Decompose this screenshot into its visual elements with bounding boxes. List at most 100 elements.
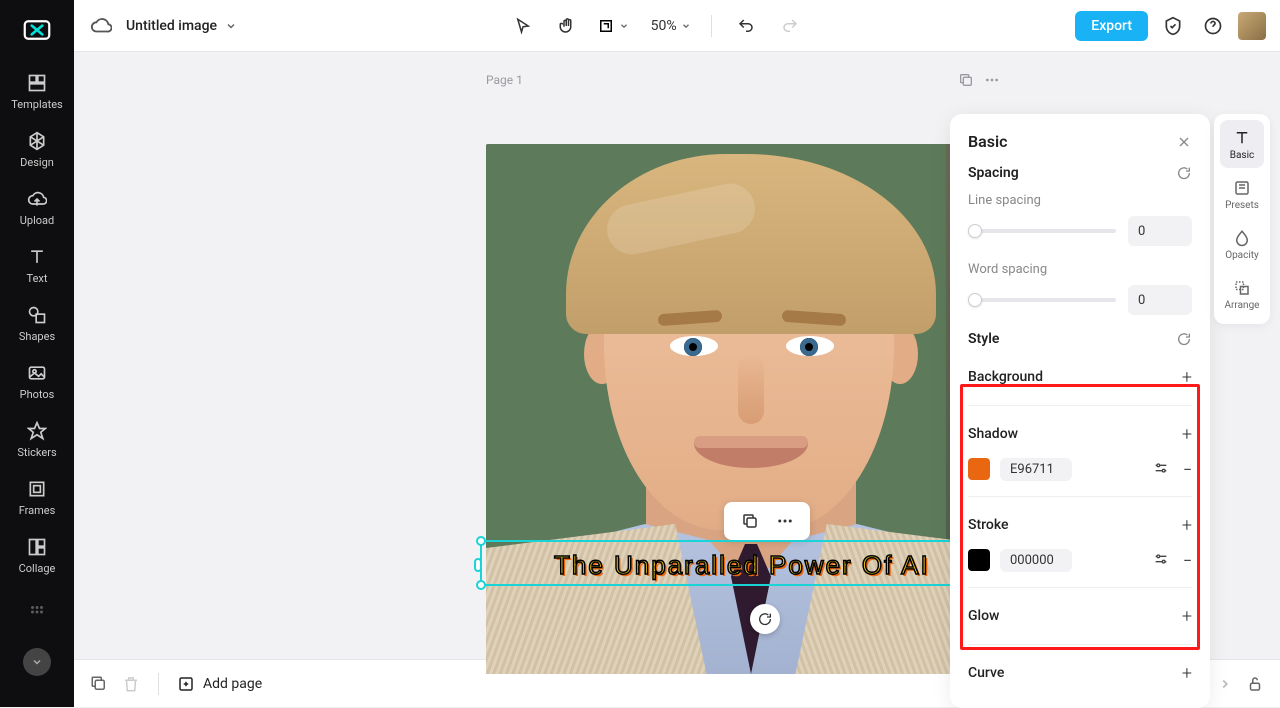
reset-style-button[interactable] <box>1176 331 1192 347</box>
sidebar-item-more[interactable] <box>4 586 70 640</box>
slider-thumb[interactable] <box>968 293 982 307</box>
duplicate-page-icon[interactable] <box>958 72 974 88</box>
arrange-icon <box>1232 278 1252 298</box>
canvas-text-element[interactable]: The Unparalled Power Of AI <box>554 550 930 581</box>
document-title[interactable]: Untitled image <box>126 18 237 34</box>
user-avatar[interactable] <box>1238 12 1266 40</box>
word-spacing-label: Word spacing <box>968 262 1192 277</box>
rightbar-item-basic[interactable]: Basic <box>1220 120 1264 168</box>
rotate-handle[interactable] <box>750 604 780 634</box>
resize-handle[interactable] <box>476 580 486 590</box>
sidebar-label: Stickers <box>17 446 56 459</box>
page-more-icon[interactable] <box>984 72 1000 88</box>
sidebar-item-shapes[interactable]: Shapes <box>4 296 70 350</box>
sidebar-label: Templates <box>11 98 62 111</box>
sidebar-item-upload[interactable]: Upload <box>4 180 70 234</box>
lock-icon[interactable] <box>1246 675 1264 693</box>
resize-handle[interactable] <box>476 536 486 546</box>
chevron-down-icon <box>619 21 629 31</box>
rightbar-label: Basic <box>1230 150 1255 161</box>
stroke-color-swatch[interactable] <box>968 549 990 571</box>
zoom-dropdown[interactable]: 50% <box>651 18 691 34</box>
spacing-section: Spacing Line spacing 0 Word spacing 0 <box>968 165 1192 315</box>
collage-icon <box>26 536 48 558</box>
chevron-down-icon <box>681 21 691 31</box>
add-glow-button[interactable]: + <box>1182 606 1192 627</box>
left-sidebar: Templates Design Upload Text Shapes Phot… <box>0 0 74 707</box>
sidebar-item-stickers[interactable]: Stickers <box>4 412 70 466</box>
line-spacing-label: Line spacing <box>968 193 1192 208</box>
stroke-hex-value[interactable]: 000000 <box>1000 549 1072 572</box>
portrait-image <box>486 144 1016 674</box>
stroke-settings-icon[interactable] <box>1153 551 1169 570</box>
sidebar-item-photos[interactable]: Photos <box>4 354 70 408</box>
sidebar-item-text[interactable]: Text <box>4 238 70 292</box>
rightbar-item-arrange[interactable]: Arrange <box>1220 270 1264 318</box>
shield-icon[interactable] <box>1158 11 1188 41</box>
app-logo[interactable] <box>17 12 57 48</box>
sidebar-label: Collage <box>19 562 56 575</box>
close-panel-button[interactable] <box>1176 134 1192 150</box>
divider <box>711 15 712 37</box>
add-curve-button[interactable]: + <box>1182 663 1192 684</box>
rightbar-label: Presets <box>1225 200 1259 211</box>
shadow-label: Shadow <box>968 426 1018 442</box>
shadow-color-swatch[interactable] <box>968 458 990 480</box>
copy-selection-icon[interactable] <box>741 512 759 530</box>
selection-more-icon[interactable] <box>776 512 794 530</box>
canvas[interactable] <box>486 144 1016 674</box>
layers-icon[interactable] <box>90 675 108 693</box>
reset-spacing-button[interactable] <box>1176 165 1192 181</box>
resize-handle[interactable] <box>474 558 482 572</box>
rightbar-item-opacity[interactable]: Opacity <box>1220 220 1264 268</box>
sidebar-item-templates[interactable]: Templates <box>4 64 70 118</box>
add-background-button[interactable]: + <box>1182 367 1192 388</box>
export-button[interactable]: Export <box>1075 11 1148 41</box>
help-icon[interactable] <box>1198 11 1228 41</box>
crop-tool[interactable] <box>597 17 629 35</box>
add-page-button[interactable]: Add page <box>177 675 262 693</box>
word-spacing-slider[interactable] <box>968 298 1116 302</box>
properties-panel: Basic Spacing Line spacing 0 Word spacin… <box>950 114 1210 708</box>
sidebar-item-design[interactable]: Design <box>4 122 70 176</box>
stroke-color-row: 000000 − <box>968 543 1192 577</box>
text-icon <box>26 246 48 268</box>
add-page-label: Add page <box>203 676 262 692</box>
workspace: Page 1 <box>74 52 1280 659</box>
next-page-button[interactable] <box>1218 677 1232 691</box>
shadow-hex-value[interactable]: E96711 <box>1000 458 1072 481</box>
main-area: Untitled image 50% Export <box>74 0 1280 707</box>
sidebar-label: Frames <box>19 504 56 517</box>
right-tools: Export <box>1075 11 1266 41</box>
redo-button[interactable] <box>776 12 804 40</box>
upload-icon <box>26 188 48 210</box>
stickers-icon <box>26 420 48 442</box>
shadow-settings-icon[interactable] <box>1153 460 1169 479</box>
spacing-header: Spacing <box>968 165 1019 181</box>
cloud-sync-icon[interactable] <box>88 13 114 39</box>
line-spacing-slider[interactable] <box>968 229 1116 233</box>
rightbar-item-presets[interactable]: Presets <box>1220 170 1264 218</box>
rightbar-label: Opacity <box>1225 250 1259 261</box>
shadow-color-row: E96711 − <box>968 452 1192 486</box>
undo-button[interactable] <box>732 12 760 40</box>
sidebar-label: Shapes <box>19 330 55 343</box>
line-spacing-value[interactable]: 0 <box>1128 216 1192 246</box>
chevron-down-icon <box>225 20 237 32</box>
background-label: Background <box>968 369 1043 385</box>
sidebar-expand-button[interactable] <box>23 648 51 676</box>
selection-toolbar <box>724 502 810 540</box>
remove-stroke-button[interactable]: − <box>1183 551 1192 570</box>
stroke-label: Stroke <box>968 517 1009 533</box>
glow-label: Glow <box>968 608 999 624</box>
cursor-tool[interactable] <box>509 12 537 40</box>
more-grid-icon <box>26 601 48 623</box>
slider-thumb[interactable] <box>968 224 982 238</box>
word-spacing-value[interactable]: 0 <box>1128 285 1192 315</box>
sidebar-item-frames[interactable]: Frames <box>4 470 70 524</box>
add-shadow-button[interactable]: + <box>1182 424 1192 445</box>
add-stroke-button[interactable]: + <box>1182 515 1192 536</box>
remove-shadow-button[interactable]: − <box>1183 460 1192 479</box>
hand-tool[interactable] <box>553 12 581 40</box>
sidebar-item-collage[interactable]: Collage <box>4 528 70 582</box>
